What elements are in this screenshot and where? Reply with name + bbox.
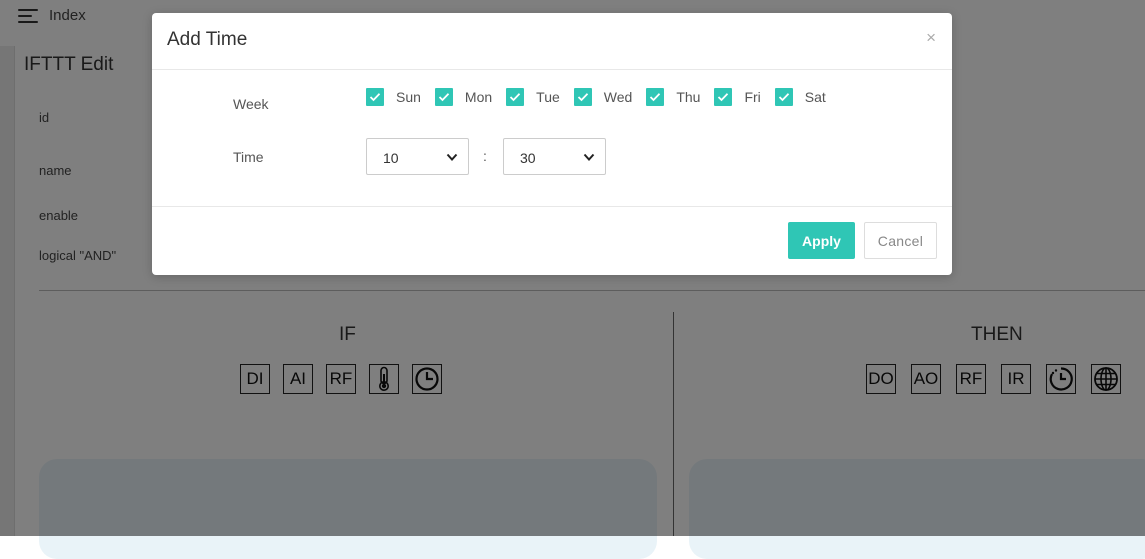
add-time-dialog: Add Time × Week Sun Mon Tue Wed Thu Fri … [152, 13, 952, 275]
checkmark-icon[interactable] [714, 88, 733, 106]
checkmark-icon[interactable] [506, 88, 525, 106]
checkmark-icon[interactable] [774, 88, 793, 106]
close-icon[interactable]: × [926, 28, 936, 48]
chevron-down-icon [583, 153, 595, 161]
week-label: Week [233, 96, 269, 112]
minute-value: 30 [520, 150, 536, 166]
time-separator: : [483, 148, 487, 164]
cancel-button[interactable]: Cancel [864, 222, 937, 259]
apply-button[interactable]: Apply [788, 222, 855, 259]
checkmark-icon[interactable] [366, 88, 384, 106]
day-checkbox-thu[interactable]: Thu [646, 88, 700, 106]
day-label-fri: Fri [744, 89, 761, 105]
chevron-down-icon [446, 153, 458, 161]
checkmark-icon[interactable] [434, 88, 453, 106]
day-label-tue: Tue [536, 89, 560, 105]
dialog-title: Add Time [167, 29, 248, 50]
dialog-footer-divider [152, 206, 952, 207]
checkmark-icon[interactable] [646, 88, 665, 106]
minute-select[interactable]: 30 [503, 138, 606, 175]
day-label-thu: Thu [676, 89, 701, 105]
time-label: Time [233, 149, 264, 165]
dialog-header: Add Time × [152, 13, 952, 70]
day-checkbox-mon[interactable]: Mon [434, 88, 493, 106]
day-checkbox-tue[interactable]: Tue [506, 88, 560, 106]
weekday-checkbox-group: Sun Mon Tue Wed Thu Fri Sat [366, 88, 840, 106]
hour-select[interactable]: 10 [366, 138, 469, 175]
day-checkbox-sun[interactable]: Sun [366, 88, 421, 106]
day-label-mon: Mon [464, 89, 493, 105]
day-checkbox-wed[interactable]: Wed [573, 88, 633, 106]
day-label-wed: Wed [603, 89, 633, 105]
day-label-sun: Sun [396, 89, 421, 105]
checkmark-icon[interactable] [573, 88, 592, 106]
hour-value: 10 [383, 150, 399, 166]
day-checkbox-sat[interactable]: Sat [774, 88, 826, 106]
day-label-sat: Sat [804, 89, 826, 105]
day-checkbox-fri[interactable]: Fri [714, 88, 761, 106]
